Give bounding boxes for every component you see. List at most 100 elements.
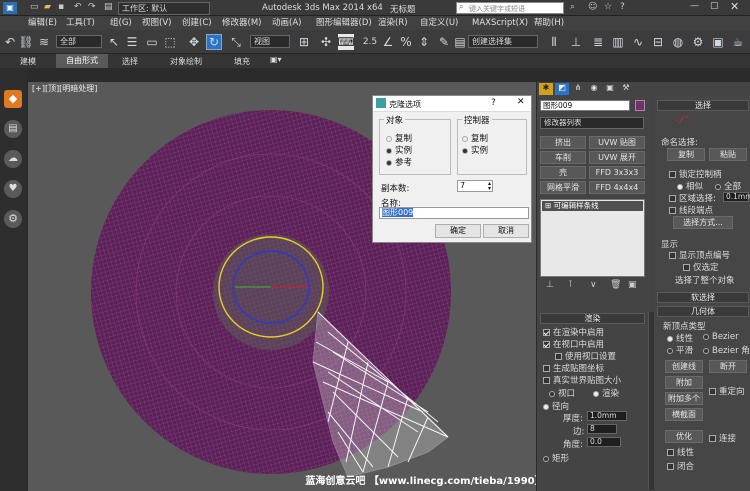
geometry-rollout-header[interactable]: 几何体 [657, 306, 749, 317]
spinner-snap-icon[interactable]: ⇕ [416, 34, 432, 50]
show-end-icon[interactable]: ⊺ [568, 280, 573, 290]
paste-button[interactable]: 粘贴 [709, 148, 747, 161]
mod-unwrap-uvw-button[interactable]: UVW 展开 [589, 151, 645, 164]
mod-ffd3-button[interactable]: FFD 3x3x3 [589, 166, 645, 179]
document-icon[interactable]: ▤ [4, 120, 22, 138]
radio-similar[interactable]: 相似 [677, 180, 703, 192]
stack-expand-icon[interactable]: ⊞ [545, 201, 554, 210]
spinner-arrows-icon[interactable]: ▴ ▾ [488, 181, 491, 192]
close-icon[interactable]: ✕ [730, 0, 739, 13]
radio-instance[interactable]: 实例 [386, 144, 412, 156]
menu-create[interactable]: 创建(C) [182, 17, 212, 29]
sides-spinner[interactable]: 8 [587, 424, 617, 434]
select-move-icon[interactable]: ✥ [186, 34, 202, 50]
workspace-dropdown[interactable]: 工作区: 默认 [118, 2, 210, 15]
mod-shell-button[interactable]: 壳 [540, 166, 586, 179]
create-tab-icon[interactable]: ✱ [539, 83, 553, 95]
modifier-list-dropdown[interactable]: 修改器列表 [540, 117, 644, 129]
mod-extrude-button[interactable]: 挤出 [540, 136, 586, 149]
cube-icon[interactable]: ◆ [4, 90, 22, 108]
graphite-toggle-icon[interactable]: ▥ [610, 34, 626, 50]
window-crossing-icon[interactable]: ⬚ [162, 34, 178, 50]
menu-customize[interactable]: 自定义(U) [420, 17, 458, 29]
hierarchy-tab-icon[interactable]: ⋔ [571, 83, 585, 95]
check-reorient[interactable]: 重定向 [709, 385, 745, 397]
menu-tools[interactable]: 工具(T) [66, 17, 95, 29]
display-tab-icon[interactable]: ▣ [603, 83, 617, 95]
radio-all[interactable]: 全部 [715, 180, 741, 192]
cloud-icon[interactable]: ☁ [4, 150, 22, 168]
ribbon-options-icon[interactable]: ▣▾ [270, 55, 282, 64]
object-name-field[interactable]: 图形009 [540, 100, 630, 111]
binoculars-icon[interactable]: ⌕ [570, 2, 575, 12]
select-by-button[interactable]: 选择方式... [673, 216, 733, 229]
search-input[interactable]: ⌕ 键入关键字或短语 [456, 2, 564, 14]
named-selection-dropdown[interactable]: 创建选择集 [468, 35, 538, 48]
settings-gear-icon[interactable]: ⚙ [4, 210, 22, 228]
check-closed[interactable]: 闭合 [667, 460, 694, 472]
dialog-help-icon[interactable]: ? [491, 98, 496, 108]
radio-bezier-corner[interactable]: Bezier 角点 [703, 344, 750, 356]
panel-scrollbar[interactable] [648, 312, 654, 490]
dialog-titlebar[interactable]: 克隆选项 ? ✕ [373, 96, 531, 112]
rendered-frame-icon[interactable]: ▣ [710, 34, 726, 50]
tab-modeling[interactable]: 建模 [20, 56, 36, 67]
ok-button[interactable]: 确定 [435, 224, 481, 238]
maximize-icon[interactable]: ▢ [710, 1, 719, 11]
minimize-icon[interactable]: — [690, 1, 699, 11]
render-rollout-header[interactable]: 渲染 [540, 313, 645, 324]
copies-spinner[interactable]: 7 ▴ ▾ [457, 180, 493, 192]
check-connect[interactable]: 连接 [709, 432, 736, 444]
pivot-center-icon[interactable]: ⊞ [296, 34, 312, 50]
copy-button[interactable]: 复制 [667, 148, 705, 161]
pin-stack-icon[interactable]: ⊥ [546, 280, 554, 290]
stack-item[interactable]: ⊞ 可编辑样条线 [542, 201, 643, 211]
select-manipulate-icon[interactable]: ✣ [318, 34, 334, 50]
cross-section-button[interactable]: 横截面 [665, 408, 703, 421]
reference-coord-dropdown[interactable]: 视图 [250, 35, 290, 48]
check-selected-only[interactable]: 仅选定 [683, 261, 719, 273]
area-spinner[interactable]: 0.1mm [723, 192, 750, 202]
object-color-swatch[interactable] [635, 100, 645, 111]
named-sel-icon[interactable]: ▤ [452, 34, 468, 50]
snaps-toggle-icon[interactable]: 2.5 [362, 34, 378, 50]
open-file-icon[interactable]: ▰ [44, 2, 51, 12]
utilities-tab-icon[interactable]: ⚒ [619, 83, 633, 95]
tab-freeform[interactable]: 自由形式 [56, 54, 108, 68]
check-show-vertex-numbers[interactable]: 显示顶点编号 [669, 249, 730, 261]
mod-ffd4-button[interactable]: FFD 4x4x4 [589, 181, 645, 194]
configure-sets-icon[interactable]: ▣ [628, 280, 637, 290]
radio-radial[interactable]: 径向 [543, 400, 569, 412]
angle-snap-icon[interactable]: ∠ [380, 34, 396, 50]
radio-rectangular[interactable]: 矩形 [543, 452, 569, 464]
material-editor-icon[interactable]: ◍ [670, 34, 686, 50]
select-by-name-icon[interactable]: ☰ [124, 34, 140, 50]
selection-filter-dropdown[interactable]: 全部 [56, 35, 102, 48]
menu-graph-editors[interactable]: 图形编辑器(D) [316, 17, 372, 29]
check-lock-handles[interactable]: 锁定控制柄 [669, 168, 722, 180]
sub-object-icons[interactable]: · ⁄ ˆ [675, 116, 690, 126]
check-linear[interactable]: 线性 [667, 446, 694, 458]
hold-icon[interactable]: ▤ [104, 2, 113, 12]
radio-renderer[interactable]: 渲染 [593, 387, 619, 399]
align-icon[interactable]: ⊥ [568, 34, 584, 50]
layer-manager-icon[interactable]: ≣ [590, 34, 606, 50]
select-rotate-icon[interactable]: ↻ [206, 34, 222, 50]
select-scale-icon[interactable]: ⤡ [228, 34, 244, 50]
selection-rollout-header[interactable]: 选择 [657, 100, 749, 111]
menu-help[interactable]: 帮助(H) [534, 17, 564, 29]
select-object-icon[interactable]: ↖ [106, 34, 122, 50]
menu-edit[interactable]: 编辑(E) [28, 17, 57, 29]
menu-view[interactable]: 视图(V) [142, 17, 171, 29]
check-render-enable[interactable]: 在渲染中启用 [543, 326, 604, 338]
controller-radio-copy[interactable]: 复制 [462, 132, 488, 144]
soft-selection-rollout[interactable]: 软选择 [657, 292, 749, 303]
render-production-icon[interactable]: ☕ [730, 34, 746, 50]
menu-animation[interactable]: 动画(A) [272, 17, 301, 29]
mirror-icon[interactable]: ⫴ [546, 34, 562, 50]
percent-snap-icon[interactable]: % [398, 34, 414, 50]
menu-rendering[interactable]: 渲染(R) [378, 17, 408, 29]
name-input[interactable]: 图形009 [379, 207, 529, 219]
tab-selection[interactable]: 选择 [122, 56, 138, 67]
menu-group[interactable]: 组(G) [110, 17, 132, 29]
